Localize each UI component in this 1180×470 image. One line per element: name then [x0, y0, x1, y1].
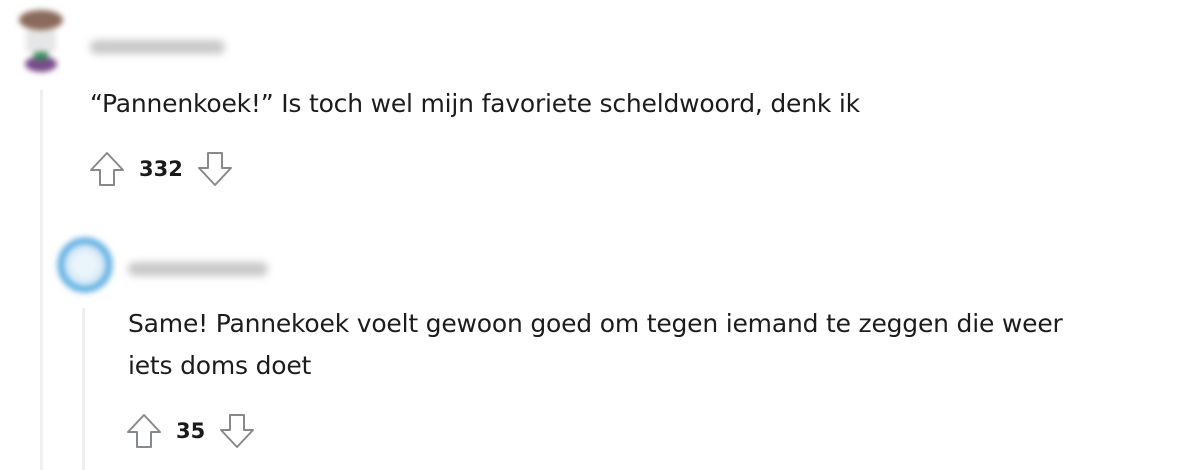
username-blurred[interactable] [90, 40, 225, 54]
downvote-arrow-icon[interactable] [218, 412, 256, 450]
user-avatar-icon[interactable] [14, 6, 68, 76]
vote-count: 35 [176, 419, 206, 443]
upvote-arrow-icon[interactable] [125, 412, 163, 450]
user-avatar-icon[interactable] [56, 236, 114, 294]
downvote-arrow-icon[interactable] [196, 150, 234, 188]
comment-text: “Pannenkoek!” Is toch wel mijn favoriete… [90, 89, 860, 118]
thread-line-root[interactable] [40, 90, 43, 470]
vote-count: 332 [139, 157, 183, 181]
username-blurred[interactable] [128, 262, 268, 276]
thread-line-reply[interactable] [82, 308, 85, 470]
upvote-arrow-icon[interactable] [88, 150, 126, 188]
vote-bar: 332 [88, 149, 234, 189]
vote-bar: 35 [125, 411, 256, 451]
reply-text-line-1: Same! Pannekoek voelt gewoon goed om teg… [128, 309, 1063, 338]
reply-text-line-2: iets doms doet [128, 351, 312, 380]
